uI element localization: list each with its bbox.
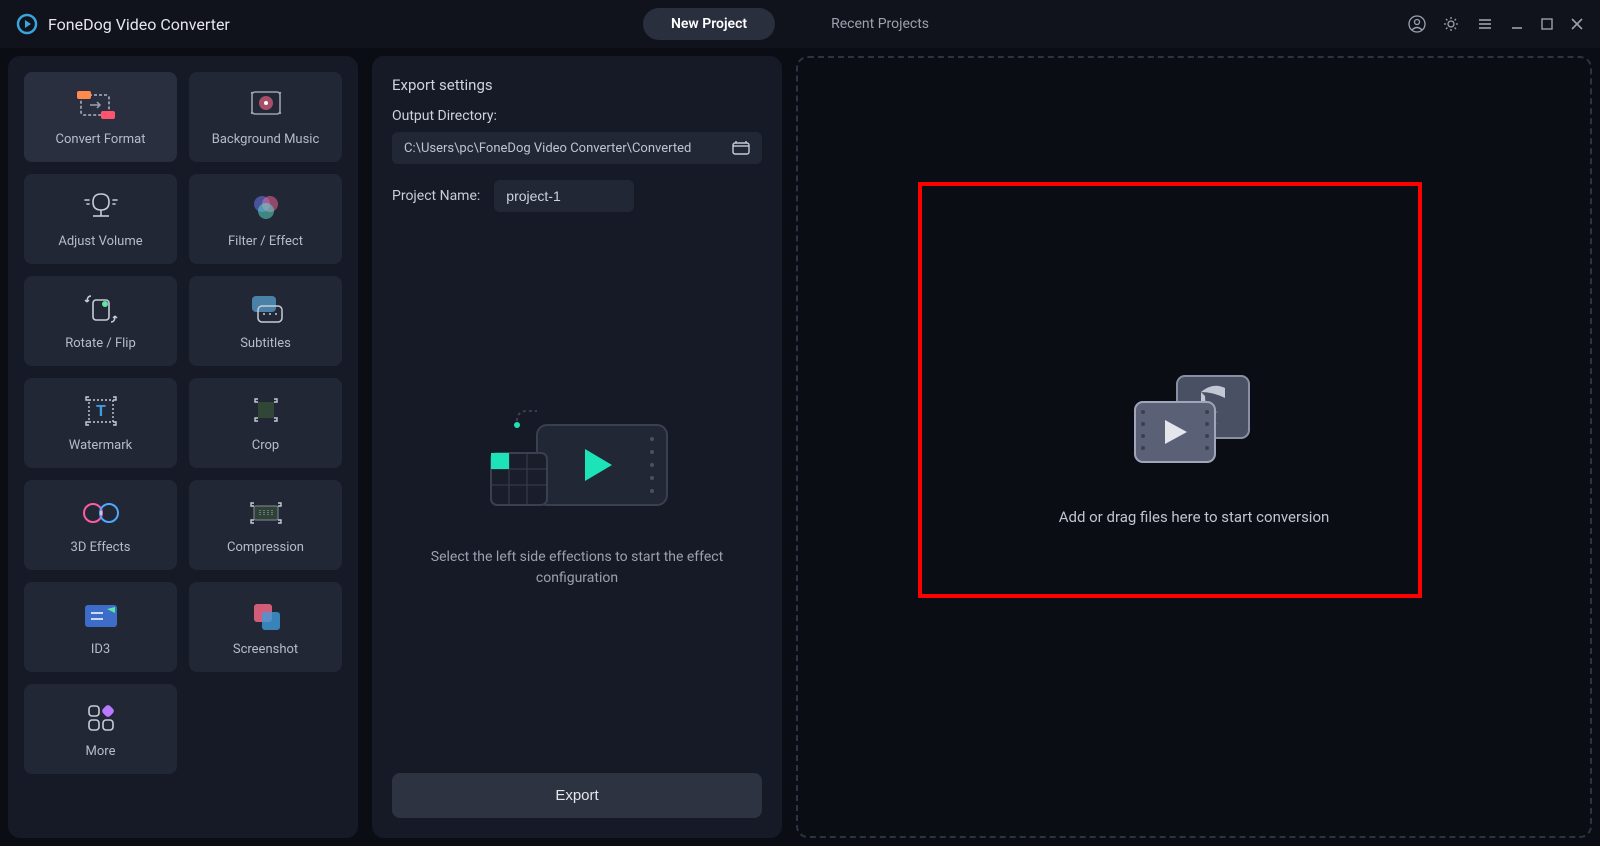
tool-filter-effect[interactable]: Filter / Effect [189, 174, 342, 264]
3d-effects-icon [79, 496, 123, 530]
effect-placeholder-text: Select the left side effections to start… [427, 547, 727, 589]
window-controls [1408, 15, 1584, 33]
output-dir-value: C:\Users\pc\FoneDog Video Converter\Conv… [404, 141, 732, 156]
highlight-annotation [918, 182, 1422, 598]
crop-icon [248, 394, 284, 428]
svg-text:T: T [96, 401, 106, 420]
watermark-icon: T [83, 394, 119, 428]
tool-crop[interactable]: Crop [189, 378, 342, 468]
tool-label: Compression [227, 540, 304, 555]
effect-placeholder-icon [477, 397, 677, 517]
settings-icon[interactable] [1442, 15, 1460, 33]
output-dir-row: C:\Users\pc\FoneDog Video Converter\Conv… [392, 132, 762, 164]
tool-watermark[interactable]: T Watermark [24, 378, 177, 468]
tool-label: Rotate / Flip [65, 336, 136, 351]
adjust-volume-icon [83, 190, 119, 224]
tool-convert-format[interactable]: Convert Format [24, 72, 177, 162]
tool-label: Watermark [69, 438, 132, 453]
tool-label: ID3 [91, 642, 110, 657]
app-logo-icon [16, 13, 38, 35]
project-name-label: Project Name: [392, 188, 480, 204]
tool-screenshot[interactable]: Screenshot [189, 582, 342, 672]
screenshot-icon [248, 598, 284, 632]
tool-3d-effects[interactable]: 3D Effects [24, 480, 177, 570]
tool-sidebar: Convert Format Background Music Adjust V… [8, 56, 358, 838]
background-music-icon [246, 88, 286, 122]
id3-icon [81, 598, 121, 632]
menu-icon[interactable] [1476, 15, 1494, 33]
tool-label: Subtitles [240, 336, 291, 351]
compression-icon [246, 496, 286, 530]
folder-picker-icon[interactable] [732, 140, 750, 156]
tool-label: Background Music [212, 132, 320, 147]
tool-label: More [86, 744, 116, 759]
app-title: FoneDog Video Converter [48, 15, 230, 34]
export-panel: Export settings Output Directory: C:\Use… [372, 56, 782, 838]
tool-rotate-flip[interactable]: Rotate / Flip [24, 276, 177, 366]
tool-label: Adjust Volume [58, 234, 142, 249]
project-name-row: Project Name: [392, 180, 762, 212]
user-icon[interactable] [1408, 15, 1426, 33]
titlebar: FoneDog Video Converter New Project Rece… [0, 0, 1600, 48]
export-button[interactable]: Export [392, 773, 762, 818]
tool-label: Convert Format [56, 132, 146, 147]
tab-new-project[interactable]: New Project [643, 8, 775, 40]
more-icon [83, 700, 119, 734]
tool-grid: Convert Format Background Music Adjust V… [24, 72, 342, 774]
tab-recent-projects[interactable]: Recent Projects [803, 8, 957, 40]
rotate-flip-icon [83, 292, 119, 326]
convert-format-icon [77, 88, 125, 122]
maximize-icon[interactable] [1540, 17, 1554, 31]
drop-area[interactable]: Add or drag files here to start conversi… [796, 56, 1592, 838]
tool-label: Screenshot [233, 642, 298, 657]
close-icon[interactable] [1570, 17, 1584, 31]
tool-compression[interactable]: Compression [189, 480, 342, 570]
app-logo: FoneDog Video Converter [16, 13, 230, 35]
content: Convert Format Background Music Adjust V… [0, 48, 1600, 846]
tool-background-music[interactable]: Background Music [189, 72, 342, 162]
project-name-input[interactable] [494, 180, 634, 212]
effect-placeholder: Select the left side effections to start… [392, 212, 762, 773]
filter-effect-icon [248, 190, 284, 224]
tool-id3[interactable]: ID3 [24, 582, 177, 672]
output-dir-label: Output Directory: [392, 108, 762, 124]
tool-subtitles[interactable]: Subtitles [189, 276, 342, 366]
tool-more[interactable]: More [24, 684, 177, 774]
tool-adjust-volume[interactable]: Adjust Volume [24, 174, 177, 264]
subtitles-icon [246, 292, 286, 326]
tool-label: Filter / Effect [228, 234, 303, 249]
export-settings-title: Export settings [392, 76, 762, 94]
tabs: New Project Recent Projects [643, 8, 957, 40]
minimize-icon[interactable] [1510, 17, 1524, 31]
tool-label: Crop [252, 438, 279, 453]
tool-label: 3D Effects [71, 540, 131, 555]
